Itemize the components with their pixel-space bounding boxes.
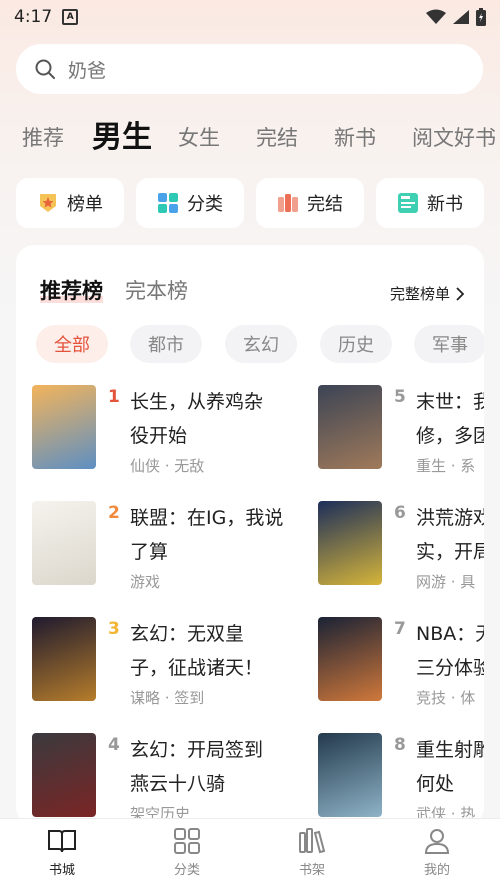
search-input[interactable]: 奶爸	[68, 56, 106, 83]
app-notification-icon: A	[62, 9, 79, 25]
book-title: 玄幻：无双皇 子，征战诸天！	[130, 623, 264, 679]
status-bar: 4:17 A	[0, 0, 500, 34]
books-icon	[278, 194, 298, 212]
bottom-navigation: 书城 分类 书架 我的	[0, 818, 500, 888]
quick-links: 榜单 分类 完结 新书	[16, 178, 500, 228]
book-tags: 仙侠 · 无敌	[130, 457, 205, 475]
full-ranking-link[interactable]: 完整榜单	[390, 283, 464, 304]
book-rank: 4	[108, 735, 120, 755]
bookshelf-icon	[299, 828, 326, 854]
quick-link-label: 榜单	[67, 194, 103, 215]
book-item[interactable]: 5 末世：我 修，多团 重生 · 系	[318, 385, 484, 489]
status-icons	[426, 8, 486, 26]
tab-yuewen-good-books[interactable]: 阅文好书	[412, 122, 496, 152]
book-tags: 谋略 · 签到	[130, 689, 205, 707]
book-rank: 6	[394, 503, 406, 523]
search-bar[interactable]: 奶爸	[16, 44, 483, 94]
book-item[interactable]: 6 洪荒游戏 实，开局 网游 · 具	[318, 501, 484, 605]
search-icon	[35, 59, 55, 79]
nav-label: 我的	[423, 863, 450, 878]
quick-link-label: 新书	[427, 194, 463, 215]
book-rank: 2	[108, 503, 120, 523]
book-item[interactable]: 1 长生，从养鸡杂 役开始 仙侠 · 无敌	[32, 385, 332, 489]
book-item[interactable]: 4 玄幻：开局签到 燕云十八骑 架空历史	[32, 733, 332, 825]
book-title: 重生射雕 何处	[416, 739, 484, 795]
chevron-right-icon	[456, 286, 464, 301]
nav-profile[interactable]: 我的	[397, 827, 477, 878]
ranking-card: 推荐榜 完本榜 完整榜单 全部 都市 玄幻 历史 军事 1 长生，从养鸡杂 役开…	[16, 245, 484, 825]
book-tags: 网游 · 具	[416, 573, 476, 591]
tab-recommend[interactable]: 推荐	[22, 122, 64, 152]
book-item[interactable]: 7 NBA：无 三分体验 竞技 · 体	[318, 617, 484, 721]
channel-tabs: 推荐 男生 女生 完结 新书 阅文好书	[0, 108, 500, 158]
nav-label: 书架	[298, 863, 325, 878]
new-icon	[398, 193, 418, 213]
tab-recommend-ranking[interactable]: 推荐榜	[40, 275, 103, 305]
book-cover	[32, 617, 96, 701]
quick-link-new[interactable]: 新书	[376, 178, 484, 228]
genre-all[interactable]: 全部	[36, 325, 108, 363]
tab-completed-ranking[interactable]: 完本榜	[125, 275, 188, 305]
user-icon	[424, 829, 450, 854]
tab-completed[interactable]: 完结	[256, 122, 298, 152]
tab-female[interactable]: 女生	[178, 122, 220, 152]
tab-male[interactable]: 男生	[92, 112, 152, 156]
book-title: 玄幻：开局签到 燕云十八骑	[130, 739, 264, 795]
nav-label: 分类	[173, 863, 200, 878]
book-tags: 重生 · 系	[416, 457, 476, 475]
medal-icon	[40, 194, 56, 212]
quick-link-ranking[interactable]: 榜单	[16, 178, 124, 228]
book-rank: 5	[394, 387, 406, 407]
book-cover	[318, 385, 382, 469]
book-cover	[318, 617, 382, 701]
book-open-icon	[48, 830, 76, 853]
book-item[interactable]: 8 重生射雕 何处 武侠 · 热	[318, 733, 484, 825]
grid-icon	[158, 193, 178, 213]
nav-bookstore[interactable]: 书城	[22, 827, 102, 878]
book-rank: 1	[108, 387, 120, 407]
book-title: 长生，从养鸡杂 役开始	[130, 391, 264, 447]
book-cover	[32, 385, 96, 469]
genre-filter: 全部 都市 玄幻 历史 军事	[36, 325, 484, 363]
genre-military[interactable]: 军事	[414, 325, 484, 363]
book-tags: 竞技 · 体	[416, 689, 476, 707]
ranking-tabs: 推荐榜 完本榜	[40, 275, 188, 305]
quick-link-label: 完结	[307, 194, 343, 215]
genre-urban[interactable]: 都市	[130, 325, 202, 363]
book-title: 末世：我 修，多团	[416, 391, 484, 447]
book-title: 洪荒游戏 实，开局	[416, 507, 484, 563]
full-ranking-label: 完整榜单	[389, 285, 450, 303]
book-cover	[318, 501, 382, 585]
battery-icon	[476, 8, 486, 26]
quick-link-completed[interactable]: 完结	[256, 178, 364, 228]
book-title: 联盟：在IG，我说 了算	[130, 507, 284, 563]
book-item[interactable]: 3 玄幻：无双皇 子，征战诸天！ 谋略 · 签到	[32, 617, 332, 721]
status-time: 4:17	[14, 7, 53, 27]
signal-icon	[453, 10, 469, 24]
nav-bookshelf[interactable]: 书架	[272, 827, 352, 878]
category-grid-icon	[174, 828, 200, 854]
book-cover	[32, 733, 96, 817]
nav-label: 书城	[48, 863, 75, 878]
book-cover	[32, 501, 96, 585]
quick-link-label: 分类	[187, 194, 223, 215]
genre-fantasy[interactable]: 玄幻	[225, 325, 297, 363]
book-cover	[318, 733, 382, 817]
wifi-icon	[426, 9, 446, 24]
book-title: NBA：无 三分体验	[416, 623, 484, 679]
genre-history[interactable]: 历史	[320, 325, 392, 363]
book-item[interactable]: 2 联盟：在IG，我说 了算 游戏	[32, 501, 332, 605]
book-tags: 游戏	[130, 573, 161, 591]
book-rank: 3	[108, 619, 120, 639]
quick-link-category[interactable]: 分类	[136, 178, 244, 228]
tab-new[interactable]: 新书	[334, 122, 376, 152]
nav-category[interactable]: 分类	[147, 827, 227, 878]
book-rank: 7	[394, 619, 406, 639]
book-rank: 8	[394, 735, 406, 755]
